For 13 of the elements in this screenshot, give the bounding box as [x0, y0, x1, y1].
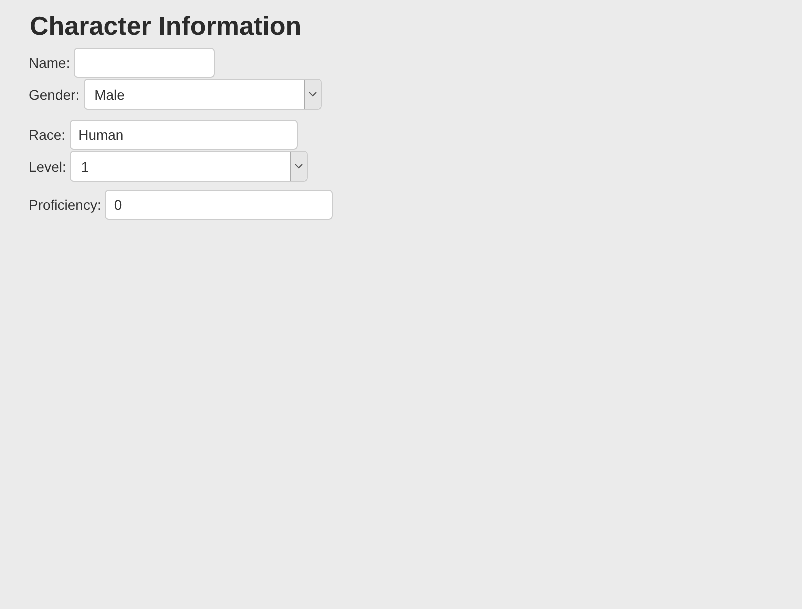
dropdown[interactable]: 1: [70, 151, 308, 182]
caret-icon: [295, 164, 304, 169]
field-label: Race:: [29, 127, 66, 143]
caret-icon: [308, 92, 317, 97]
field-label: Gender:: [29, 86, 80, 102]
field-label: Level:: [29, 158, 66, 174]
field-label: Name:: [29, 55, 70, 71]
text-field[interactable]: Human: [70, 120, 298, 150]
dropdown[interactable]: Male: [84, 79, 322, 110]
field-label: Proficiency:: [29, 197, 102, 213]
page-title: Character Information: [30, 10, 303, 42]
text-field[interactable]: [74, 48, 216, 78]
text-field[interactable]: 0: [105, 190, 334, 220]
